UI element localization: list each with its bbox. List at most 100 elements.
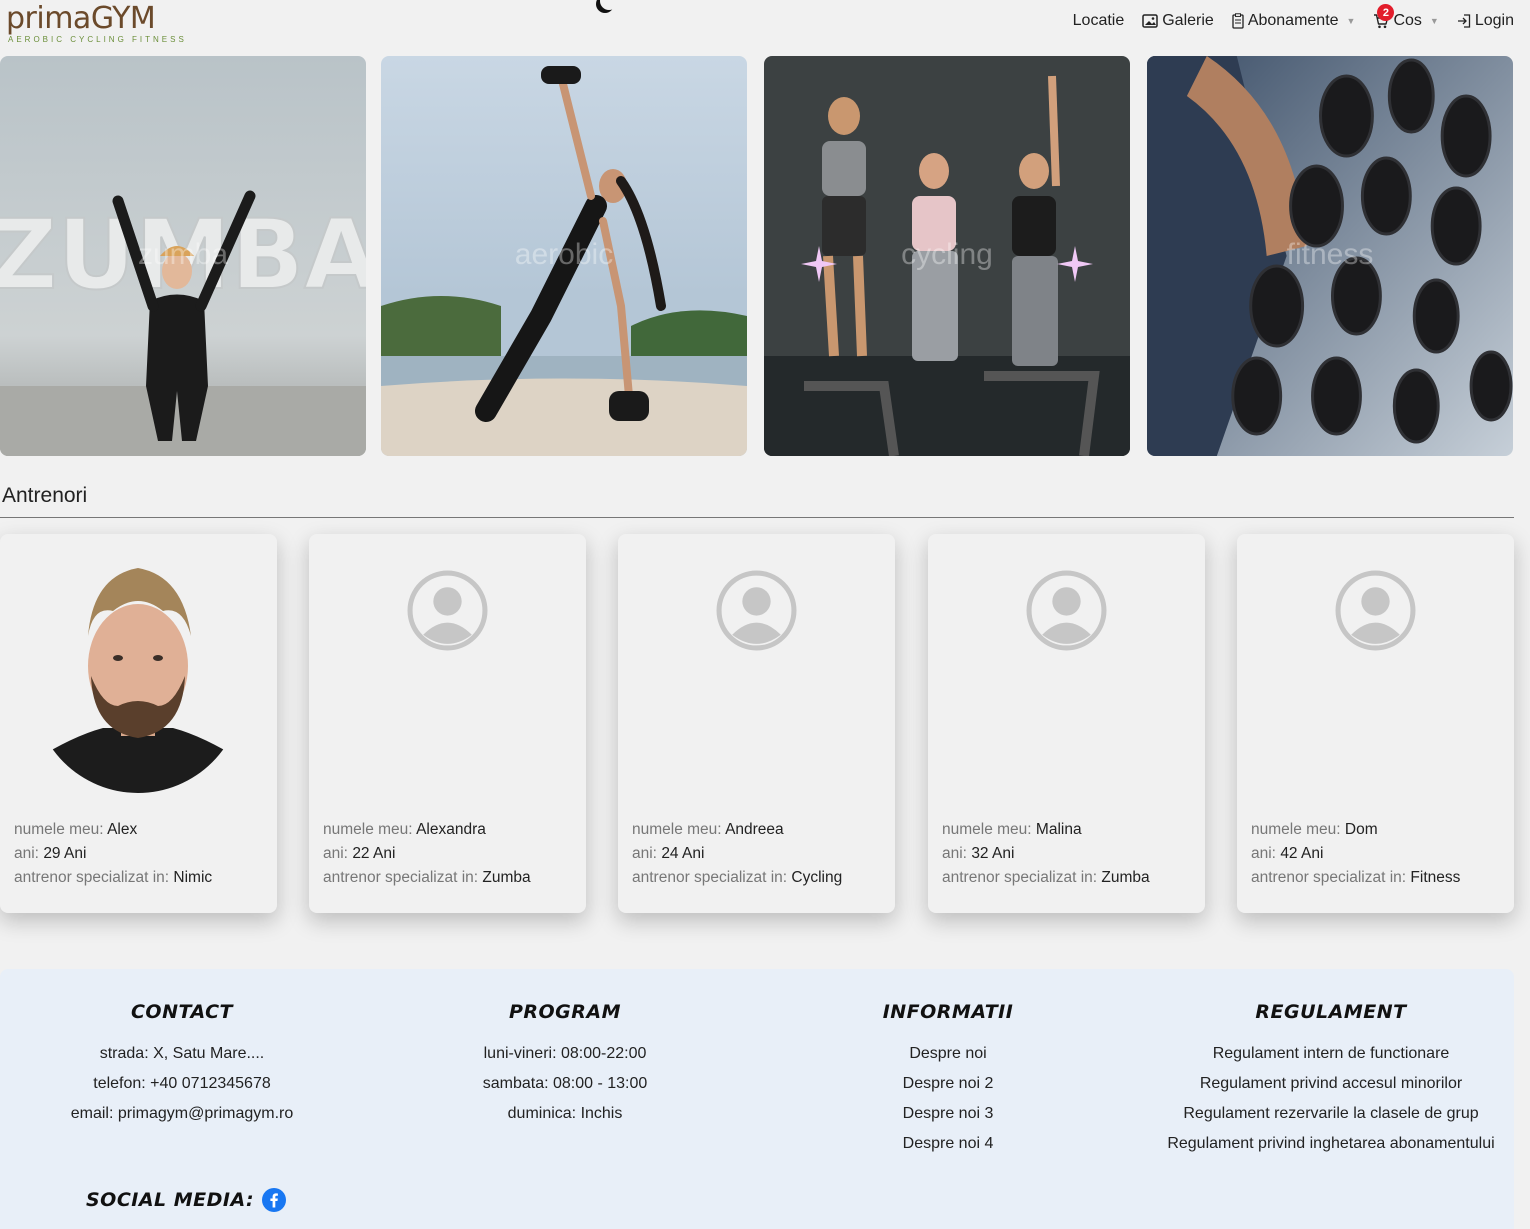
- trainer-spec: Fitness: [1410, 869, 1461, 886]
- trainer-name: Andreea: [725, 821, 784, 838]
- label-spec: antrenor specializat in:: [14, 869, 170, 886]
- login-icon: [1457, 14, 1470, 28]
- social-media: SOCIAL MEDIA:: [86, 1188, 287, 1212]
- nav-abonamente[interactable]: Abonamente ▼: [1232, 12, 1356, 30]
- nav-cos-label: Cos: [1393, 12, 1422, 29]
- trainer-name: Malina: [1035, 821, 1082, 838]
- trainer-spec: Zumba: [482, 869, 531, 886]
- regulament-link[interactable]: Regulament privind inghetarea abonamentu…: [1141, 1129, 1521, 1159]
- clipboard-icon: [1232, 13, 1244, 29]
- trainer-info: numele meu: Dom ani: 42 Ani antrenor spe…: [1251, 818, 1460, 890]
- nav-login[interactable]: Login: [1457, 12, 1514, 30]
- program-saturday: sambata: 08:00 - 13:00: [482, 1075, 648, 1092]
- trainer-portrait: [33, 556, 243, 793]
- regulament-link[interactable]: Regulament privind accesul minorilor: [1141, 1069, 1521, 1099]
- trainer-age: 32 Ani: [971, 845, 1015, 862]
- gallery-image-fitness[interactable]: fitness: [1147, 56, 1513, 456]
- nav-galerie[interactable]: Galerie: [1142, 12, 1214, 30]
- trainer-spec: Cycling: [791, 869, 843, 886]
- contact-email[interactable]: email: primagym@primagym.ro: [0, 1099, 372, 1129]
- trainer-spec: Zumba: [1101, 869, 1150, 886]
- trainer-info: numele meu: Andreea ani: 24 Ani antrenor…: [632, 818, 842, 890]
- program-sunday: duminica: Inchis: [507, 1105, 623, 1122]
- logo[interactable]: primaGYM AEROBIC CYCLING FITNESS: [6, 2, 206, 46]
- user-avatar-icon: [716, 570, 797, 651]
- label-age: ani:: [14, 845, 39, 862]
- trainer-card[interactable]: numele meu: Alex ani: 29 Ani antrenor sp…: [0, 534, 277, 913]
- gallery-image-zumba[interactable]: ZUMBA zumba: [0, 56, 366, 456]
- trainer-cards: numele meu: Alex ani: 29 Ani antrenor sp…: [0, 534, 1514, 914]
- dark-mode-moon-icon[interactable]: [600, 0, 618, 10]
- gallery-watermark: aerobic: [514, 238, 614, 271]
- facebook-icon[interactable]: [262, 1188, 287, 1212]
- trainers-title: Antrenori: [2, 484, 88, 507]
- gallery-watermark: fitness: [1286, 238, 1374, 271]
- trainer-name: Alexandra: [416, 821, 486, 838]
- trainer-card[interactable]: numele meu: Dom ani: 42 Ani antrenor spe…: [1237, 534, 1514, 913]
- contact-phone[interactable]: telefon: +40 0712345678: [0, 1069, 372, 1099]
- cart-count-badge: 2: [1377, 4, 1395, 21]
- footer-informatii-title: INFORMATII: [882, 1001, 1014, 1023]
- label-name: numele meu:: [1251, 821, 1341, 838]
- trainer-age: 24 Ani: [661, 845, 705, 862]
- label-name: numele meu:: [14, 821, 104, 838]
- chevron-down-icon: ▼: [1346, 16, 1356, 26]
- label-age: ani:: [1251, 845, 1276, 862]
- footer-program: PROGRAM luni-vineri: 08:00-22:00 sambata…: [375, 1001, 755, 1129]
- info-link[interactable]: Despre noi 4: [758, 1129, 1138, 1159]
- logo-tagline: AEROBIC CYCLING FITNESS: [8, 35, 187, 44]
- info-link[interactable]: Despre noi 2: [758, 1069, 1138, 1099]
- trainer-info: numele meu: Alex ani: 29 Ani antrenor sp…: [14, 818, 212, 890]
- nav-locatie-label: Locatie: [1072, 12, 1125, 29]
- nav-abonamente-label: Abonamente: [1247, 12, 1339, 29]
- label-name: numele meu:: [323, 821, 413, 838]
- header: primaGYM AEROBIC CYCLING FITNESS Locatie…: [0, 0, 1530, 46]
- label-spec: antrenor specializat in:: [1251, 869, 1407, 886]
- label-name: numele meu:: [632, 821, 722, 838]
- label-name: numele meu:: [942, 821, 1032, 838]
- label-spec: antrenor specializat in:: [942, 869, 1098, 886]
- nav-locatie[interactable]: Locatie: [1073, 12, 1125, 30]
- divider: [0, 517, 1514, 518]
- logo-text: primaGYM: [6, 1, 156, 36]
- gallery-watermark: cycling: [901, 238, 993, 271]
- trainer-card[interactable]: numele meu: Alexandra ani: 22 Ani antren…: [309, 534, 586, 913]
- label-age: ani:: [632, 845, 657, 862]
- gallery-image-cycling[interactable]: cycling: [764, 56, 1130, 456]
- trainer-age: 29 Ani: [43, 845, 87, 862]
- image-icon: [1142, 14, 1158, 28]
- nav-login-label: Login: [1474, 12, 1514, 29]
- footer-contact: CONTACT strada: X, Satu Mare.... telefon…: [0, 1001, 372, 1129]
- trainer-name: Alex: [107, 821, 138, 838]
- program-weekdays: luni-vineri: 08:00-22:00: [483, 1045, 647, 1062]
- trainer-info: numele meu: Alexandra ani: 22 Ani antren…: [323, 818, 531, 890]
- social-media-title: SOCIAL MEDIA:: [86, 1189, 255, 1211]
- trainer-card[interactable]: numele meu: Malina ani: 32 Ani antrenor …: [928, 534, 1205, 913]
- label-spec: antrenor specializat in:: [323, 869, 479, 886]
- nav-galerie-label: Galerie: [1162, 12, 1214, 29]
- gallery-image-aerobic[interactable]: aerobic: [381, 56, 747, 456]
- footer: CONTACT strada: X, Satu Mare.... telefon…: [0, 969, 1514, 1229]
- label-age: ani:: [942, 845, 967, 862]
- regulament-link[interactable]: Regulament rezervarile la clasele de gru…: [1141, 1099, 1521, 1129]
- user-avatar-icon: [407, 570, 488, 651]
- trainer-card[interactable]: numele meu: Andreea ani: 24 Ani antrenor…: [618, 534, 895, 913]
- trainer-name: Dom: [1344, 821, 1378, 838]
- info-link[interactable]: Despre noi: [758, 1039, 1138, 1069]
- footer-contact-title: CONTACT: [130, 1001, 233, 1023]
- class-gallery: ZUMBA zumba aerobic: [0, 56, 1514, 456]
- info-link[interactable]: Despre noi 3: [758, 1099, 1138, 1129]
- label-age: ani:: [323, 845, 348, 862]
- footer-regulament-title: REGULAMENT: [1255, 1001, 1407, 1023]
- footer-regulament: REGULAMENT Regulament intern de function…: [1141, 1001, 1521, 1159]
- regulament-link[interactable]: Regulament intern de functionare: [1141, 1039, 1521, 1069]
- trainer-info: numele meu: Malina ani: 32 Ani antrenor …: [942, 818, 1150, 890]
- trainer-photo: [33, 556, 243, 793]
- footer-program-title: PROGRAM: [508, 1001, 622, 1023]
- footer-informatii: INFORMATII Despre noi Despre noi 2 Despr…: [758, 1001, 1138, 1159]
- trainer-age: 22 Ani: [352, 845, 396, 862]
- main-nav: Locatie Galerie Abonamente ▼ 2 Cos ▼ Log…: [1073, 4, 1514, 30]
- nav-cos[interactable]: 2 Cos ▼: [1373, 4, 1439, 30]
- user-avatar-icon: [1335, 570, 1416, 651]
- contact-address: strada: X, Satu Mare....: [99, 1045, 265, 1062]
